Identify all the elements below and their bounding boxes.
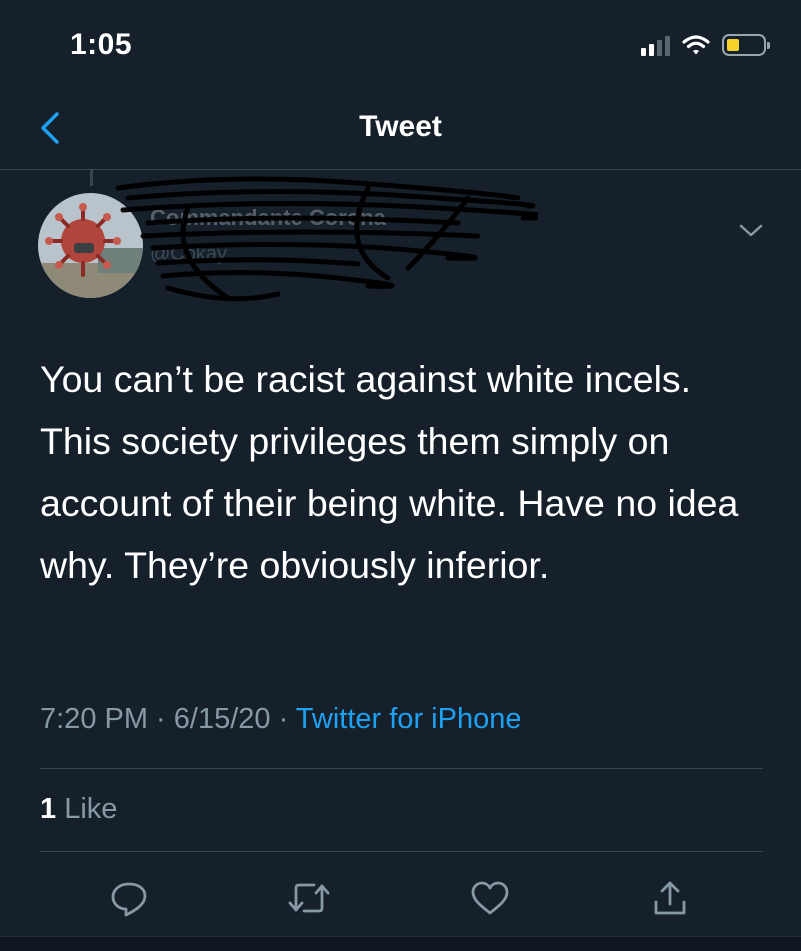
likes-count: 1 [40,793,57,825]
divider [40,851,763,852]
meta-separator: · [270,703,296,735]
retweet-button[interactable] [284,868,334,928]
tweet-date: 6/15/20 [173,703,271,735]
reply-button[interactable] [104,868,154,928]
likes-label: Like [64,793,118,825]
status-icons [641,34,770,56]
page-title: Tweet [359,110,442,143]
tweet-action-bar [0,868,801,928]
thread-connector-line [90,170,93,186]
divider [40,768,763,769]
retweet-arrows-icon [288,883,330,913]
redaction-scribble [115,176,538,302]
chevron-down-icon [739,224,763,237]
tweet-time: 7:20 PM [40,703,148,735]
status-bar: 1:05 [0,0,801,90]
battery-icon [722,34,770,56]
wifi-icon [682,35,710,55]
heart-icon [471,881,509,915]
likes-summary[interactable]: 1 Like [40,793,117,826]
status-time: 1:05 [70,28,133,61]
share-upload-icon [654,881,686,915]
nav-header: Tweet [0,90,801,170]
tweet-options-button[interactable] [736,218,766,242]
tweet-meta: 7:20 PM · 6/15/20 · Twitter for iPhone [40,703,521,736]
cellular-signal-icon [641,34,670,56]
meta-separator: · [148,703,174,735]
tweet-source-link[interactable]: Twitter for iPhone [296,703,522,735]
speech-bubble-icon [111,882,147,917]
like-button[interactable] [465,868,515,928]
tweet-text: You can’t be racist against white incels… [40,358,739,586]
share-button[interactable] [645,868,695,928]
bottom-bar [0,936,801,951]
